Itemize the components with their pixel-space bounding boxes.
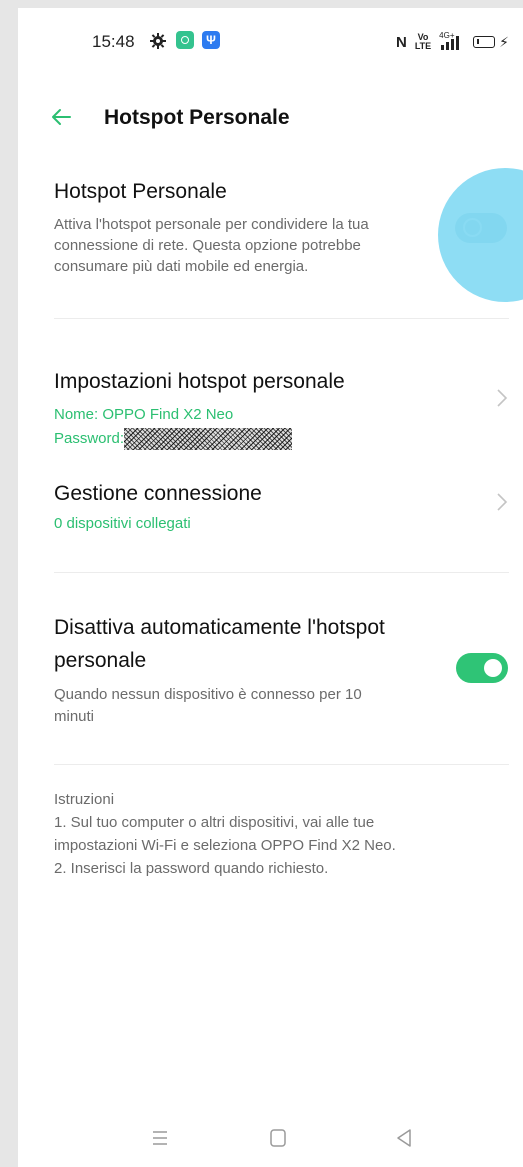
touch-indicator <box>438 168 523 302</box>
auto-off-title-line1: Disattiva automaticamente l'hotspot <box>54 616 385 639</box>
chevron-right-icon <box>497 493 508 511</box>
arrow-left-icon[interactable] <box>50 106 72 128</box>
usb-icon: Ψ <box>202 31 220 49</box>
charging-icon: ⚡ <box>499 33 509 50</box>
instructions-line: 2. Inserisci la password quando richiest… <box>54 860 329 877</box>
password-redacted <box>124 428 293 450</box>
back-icon[interactable] <box>390 1124 418 1152</box>
nfc-icon: N <box>395 33 407 51</box>
toggle-knob <box>484 659 502 677</box>
page-title: Hotspot Personale <box>104 106 290 129</box>
navigation-bar <box>18 1118 523 1158</box>
instructions-line: 1. Sul tuo computer o altri dispositivi,… <box>54 814 375 831</box>
chevron-right-icon <box>497 389 508 407</box>
auto-off-description-line2: minuti <box>54 708 95 725</box>
divider <box>54 572 509 573</box>
app-notification-icon <box>176 31 194 49</box>
status-time: 15:48 <box>92 32 135 51</box>
connected-devices: 0 dispositivi collegati <box>54 515 191 532</box>
instructions-line: impostazioni Wi-Fi e seleziona OPPO Find… <box>54 837 396 854</box>
menu-icon[interactable] <box>146 1124 174 1152</box>
volte-icon: Vo LTE <box>414 32 432 51</box>
password-label: Password: <box>54 429 125 447</box>
connection-title: Gestione connessione <box>54 482 262 505</box>
battery-icon <box>473 36 496 48</box>
status-bar: 15:48 Ψ N Vo LTE 4G+ ⚡ <box>18 8 523 68</box>
phone-screen: 15:48 Ψ N Vo LTE 4G+ ⚡ Hotspot Personale… <box>18 8 523 1167</box>
hotspot-name: Nome: OPPO Find X2 Neo <box>54 406 234 423</box>
instructions-block: Istruzioni 1. Sul tuo computer o altri d… <box>54 788 396 880</box>
divider <box>54 318 509 319</box>
app-header: Hotspot Personale <box>18 98 523 142</box>
auto-off-title-line2: personale <box>54 649 147 672</box>
instructions-heading: Istruzioni <box>54 791 115 808</box>
hotspot-description: Attiva l'hotspot personale per condivide… <box>54 216 369 275</box>
signal-4g-icon: 4G+ <box>439 31 465 50</box>
settings-title: Impostazioni hotspot personale <box>54 370 345 393</box>
hotspot-password: Password: <box>54 428 293 450</box>
auto-off-toggle[interactable] <box>456 653 508 683</box>
auto-off-description-line1: Quando nessun dispositivo è connesso per… <box>54 686 362 703</box>
divider <box>54 764 509 765</box>
home-icon[interactable] <box>264 1124 292 1152</box>
hotspot-title: Hotspot Personale <box>54 180 227 203</box>
gear-icon <box>150 33 166 49</box>
status-right-icons: N Vo LTE 4G+ ⚡ <box>395 31 509 51</box>
